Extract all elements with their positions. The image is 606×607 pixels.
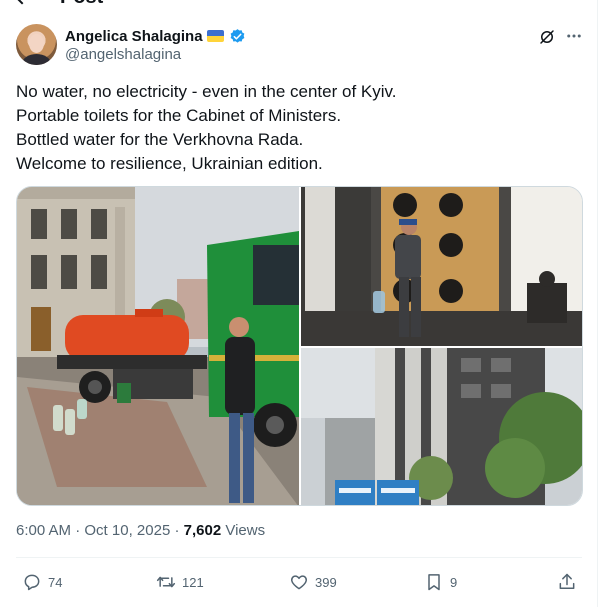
water-truck-photo[interactable] bbox=[17, 187, 299, 505]
tweet-line: Bottled water for the Verkhovna Rada. bbox=[16, 130, 304, 149]
media-grid bbox=[16, 186, 583, 506]
repost-count: 121 bbox=[182, 574, 204, 590]
reply-count: 74 bbox=[48, 574, 63, 590]
meta-separator: · bbox=[174, 522, 180, 539]
tweet-line: Welcome to resilience, Ukrainian edition… bbox=[16, 154, 323, 173]
repost-icon bbox=[156, 576, 176, 588]
bookmark-button[interactable]: 9 bbox=[424, 570, 457, 594]
tweet-line: No water, no electricity - even in the c… bbox=[16, 82, 397, 101]
grok-icon[interactable] bbox=[538, 28, 556, 46]
more-options-icon[interactable] bbox=[565, 27, 583, 45]
author-display-name[interactable]: Angelica Shalagina bbox=[65, 28, 203, 45]
back-arrow-icon[interactable] bbox=[13, 0, 31, 5]
share-icon bbox=[559, 573, 575, 589]
bookmark-count: 9 bbox=[450, 574, 458, 590]
divider bbox=[16, 557, 582, 558]
author-name-row: Angelica Shalagina bbox=[65, 27, 246, 45]
avatar-face bbox=[29, 34, 44, 53]
post-date[interactable]: Oct 10, 2025 bbox=[84, 522, 170, 539]
post-time[interactable]: 6:00 AM bbox=[16, 522, 71, 539]
like-count: 399 bbox=[315, 574, 337, 590]
tweet-text: No water, no electricity - even in the c… bbox=[16, 80, 576, 176]
page-title: Post bbox=[60, 0, 103, 9]
author-handle[interactable]: @angelshalagina bbox=[65, 46, 181, 63]
verified-badge-icon bbox=[230, 28, 244, 43]
meta-separator: · bbox=[75, 522, 81, 539]
verkhovna-rada-door-photo[interactable] bbox=[301, 187, 582, 346]
like-button[interactable]: 399 bbox=[289, 570, 337, 594]
bookmark-icon bbox=[428, 574, 440, 591]
ukraine-flag-icon bbox=[206, 30, 224, 42]
views-label: Views bbox=[225, 522, 266, 539]
portable-toilets-photo[interactable] bbox=[301, 348, 582, 505]
page-header: Post bbox=[0, 0, 606, 8]
avatar[interactable] bbox=[16, 24, 57, 65]
column-border bbox=[597, 0, 598, 607]
repost-button[interactable]: 121 bbox=[156, 570, 204, 594]
views-count: 7,602 bbox=[183, 522, 222, 539]
reply-icon bbox=[24, 574, 40, 591]
post-metadata: 6:00 AM · Oct 10, 2025 · 7,602 Views bbox=[16, 522, 265, 539]
avatar-body bbox=[22, 54, 51, 65]
action-bar: 74 121 399 9 bbox=[0, 570, 597, 594]
heart-icon bbox=[291, 575, 307, 590]
share-button[interactable] bbox=[557, 570, 577, 594]
tweet-line: Portable toilets for the Cabinet of Mini… bbox=[16, 106, 342, 125]
reply-button[interactable]: 74 bbox=[22, 570, 62, 594]
